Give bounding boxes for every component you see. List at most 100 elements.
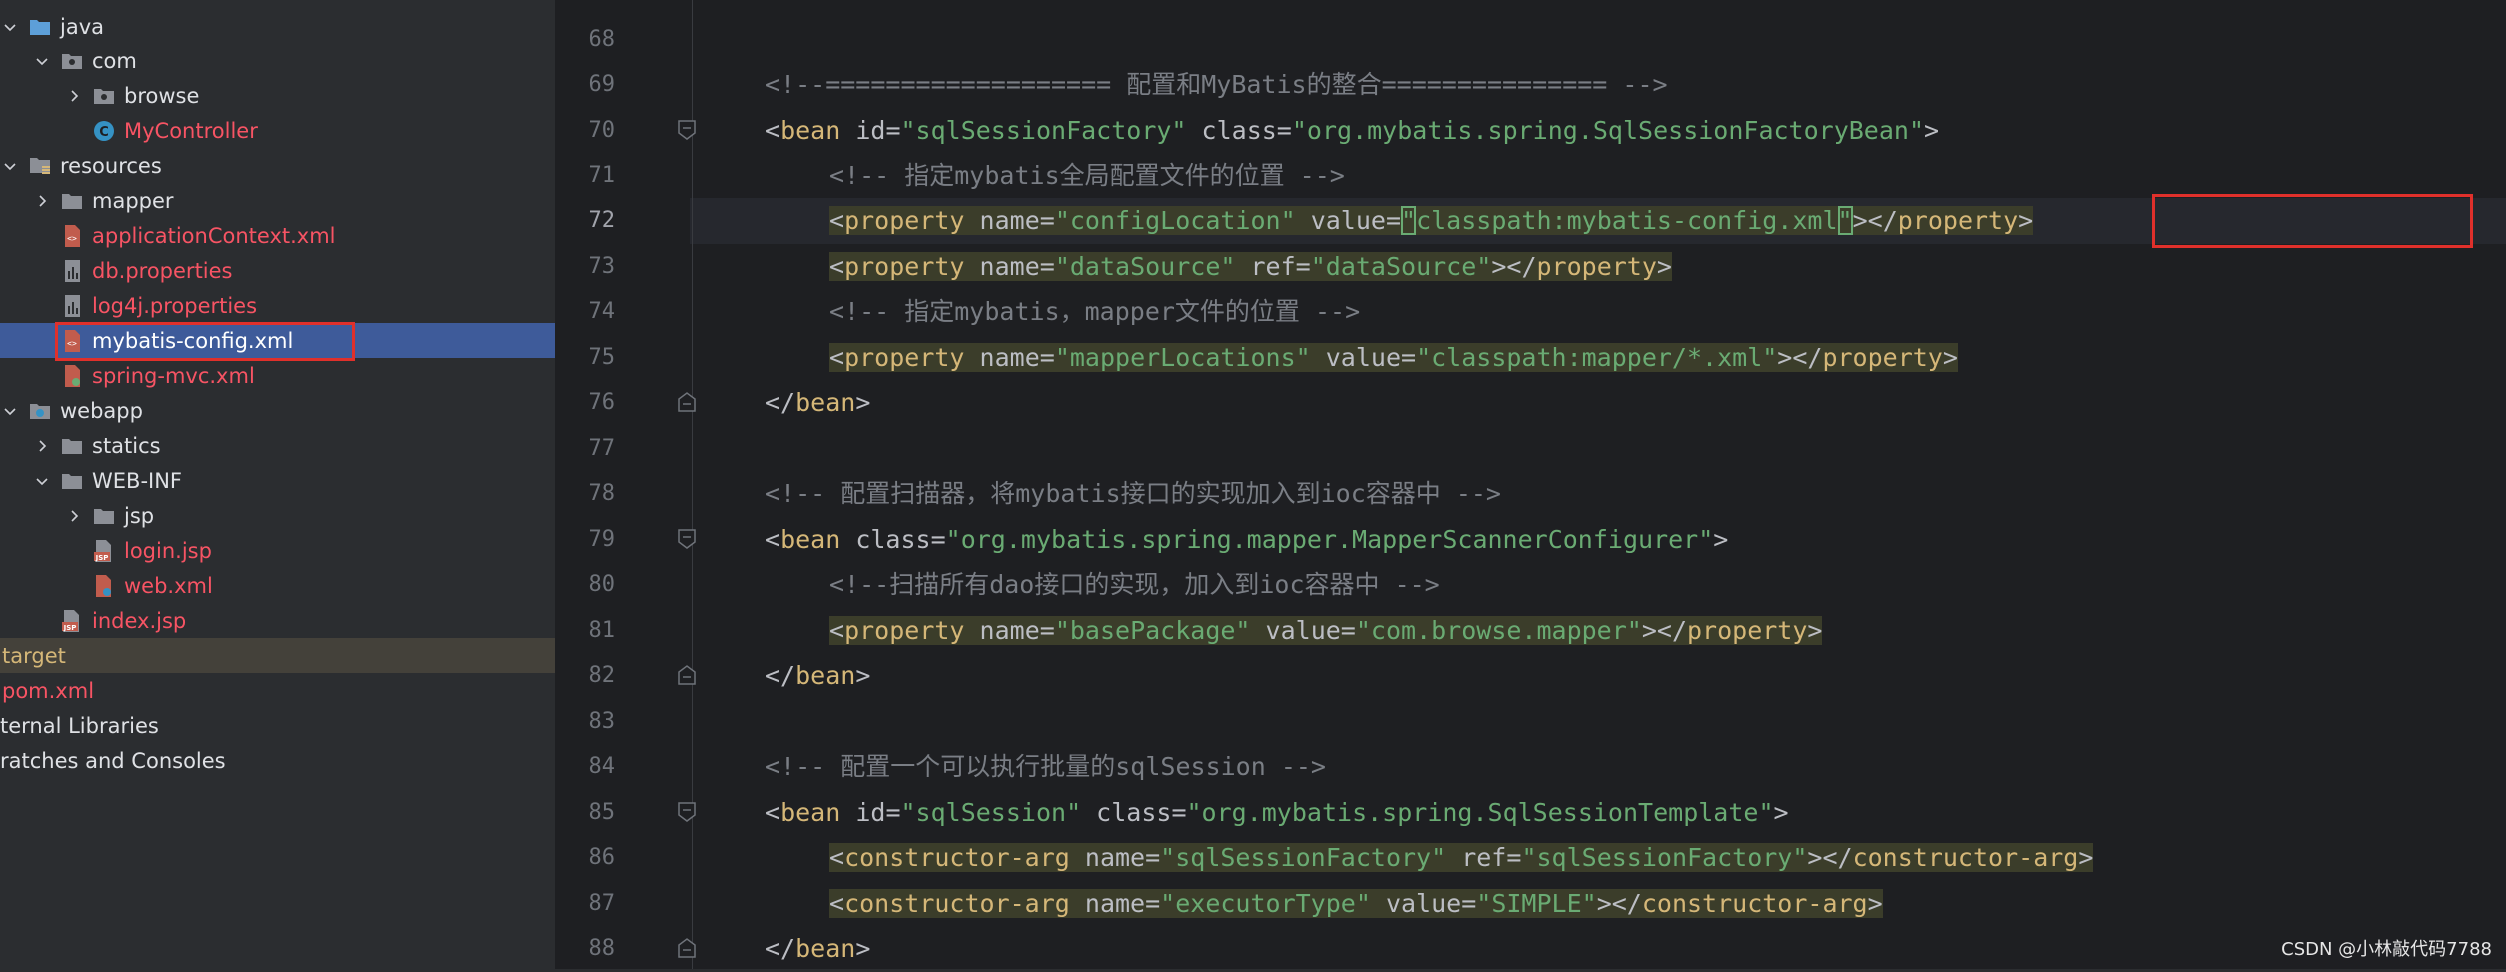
tree-item-web-inf[interactable]: WEB-INF bbox=[0, 463, 555, 498]
code-line-75: <property name="mapperLocations" value="… bbox=[829, 343, 1958, 372]
line-number: 73 bbox=[588, 254, 616, 279]
tree-item-com[interactable]: com bbox=[0, 43, 555, 78]
code-line-76: </bean> bbox=[765, 388, 871, 417]
fold-close-icon[interactable] bbox=[677, 391, 697, 413]
folder-icon bbox=[28, 15, 52, 39]
line-number: 69 bbox=[588, 72, 616, 97]
chevron-down-icon[interactable] bbox=[32, 471, 52, 491]
watermark-text: CSDN @小林敲代码7788 bbox=[2281, 939, 2492, 960]
code-line-87: <constructor-arg name="executorType" val… bbox=[829, 889, 1883, 918]
chevron-right-icon[interactable] bbox=[32, 436, 52, 456]
line-number: 87 bbox=[588, 891, 616, 916]
tree-item-login-jsp[interactable]: JSP login.jsp bbox=[0, 533, 555, 568]
selection-highlight-box bbox=[55, 322, 355, 361]
line-gutter: 68 69 70 71 72 73 74 75 76 77 78 79 80 8… bbox=[555, 0, 696, 969]
fold-close-icon[interactable] bbox=[677, 664, 697, 686]
code-line-79: <bean class="org.mybatis.spring.mapper.M… bbox=[765, 525, 1729, 554]
line-number: 75 bbox=[588, 345, 616, 370]
folder-icon bbox=[92, 504, 116, 528]
code-line-85: <bean id="sqlSession" class="org.mybatis… bbox=[765, 798, 1789, 827]
tree-item-label: db.properties bbox=[92, 258, 233, 283]
tree-item-spring-mvc-xml[interactable]: spring-mvc.xml bbox=[0, 358, 555, 393]
code-line-84: <!-- 配置一个可以执行批量的sqlSession --> bbox=[765, 752, 1326, 781]
class-icon: C bbox=[92, 119, 116, 143]
tree-item-label: log4j.properties bbox=[92, 293, 258, 318]
tree-item-target[interactable]: target bbox=[0, 638, 555, 673]
tree-item-label: pom.xml bbox=[2, 678, 95, 703]
folder-icon bbox=[60, 469, 84, 493]
line-number: 85 bbox=[588, 800, 616, 825]
code-line-73: <property name="dataSource" ref="dataSou… bbox=[829, 252, 1672, 281]
line-number: 81 bbox=[588, 618, 616, 643]
tree-item-label: ratches and Consoles bbox=[0, 748, 226, 773]
tree-item-external-libraries[interactable]: ternal Libraries bbox=[0, 708, 555, 743]
tree-item-label: java bbox=[60, 14, 104, 39]
tree-item-pom-xml[interactable]: pom.xml bbox=[0, 673, 555, 708]
folder-icon bbox=[60, 189, 84, 213]
tree-item-label: MyController bbox=[124, 118, 258, 143]
tree-item-log4j-properties[interactable]: log4j.properties bbox=[0, 288, 555, 323]
tree-item-statics[interactable]: statics bbox=[0, 428, 555, 463]
package-icon bbox=[60, 49, 84, 73]
tree-item-label: index.jsp bbox=[92, 608, 187, 633]
code-line-81: <property name="basePackage" value="com.… bbox=[829, 616, 1823, 645]
code-line-86: <constructor-arg name="sqlSessionFactory… bbox=[829, 843, 2094, 872]
line-number: 76 bbox=[588, 390, 616, 415]
code-line-69: <!--=================== 配置和MyBatis的整合===… bbox=[765, 70, 1668, 99]
code-editor[interactable]: 68 69 70 71 72 73 74 75 76 77 78 79 80 8… bbox=[555, 0, 2506, 969]
code-line-78: <!-- 配置扫描器，将mybatis接口的实现加入到ioc容器中 --> bbox=[765, 479, 1501, 508]
tree-item-java[interactable]: java bbox=[0, 9, 555, 44]
folder-icon bbox=[60, 434, 84, 458]
tree-item-label: web.xml bbox=[124, 573, 213, 598]
xml-file-icon bbox=[60, 364, 84, 388]
code-line-80: <!--扫描所有dao接口的实现，加入到ioc容器中 --> bbox=[829, 570, 1440, 599]
fold-open-icon[interactable] bbox=[677, 528, 697, 550]
tree-item-browse[interactable]: browse bbox=[0, 78, 555, 113]
fold-close-icon[interactable] bbox=[677, 937, 697, 959]
svg-text:<>: <> bbox=[67, 234, 77, 243]
tree-item-label: jsp bbox=[124, 503, 155, 528]
code-line-74: <!-- 指定mybatis，mapper文件的位置 --> bbox=[829, 297, 1361, 326]
properties-file-icon bbox=[60, 259, 84, 283]
tree-item-label: statics bbox=[92, 433, 161, 458]
svg-text:JSP: JSP bbox=[63, 624, 77, 632]
tree-item-jsp[interactable]: jsp bbox=[0, 498, 555, 533]
properties-file-icon bbox=[60, 294, 84, 318]
tree-item-scratches-and-consoles[interactable]: ratches and Consoles bbox=[0, 743, 555, 778]
chevron-down-icon[interactable] bbox=[32, 51, 52, 71]
line-number: 74 bbox=[588, 299, 616, 324]
tree-item-mycontroller[interactable]: C MyController bbox=[0, 113, 555, 148]
fold-open-icon[interactable] bbox=[677, 119, 697, 141]
code-line-70: <bean id="sqlSessionFactory" class="org.… bbox=[765, 116, 1940, 145]
line-number: 88 bbox=[588, 936, 616, 961]
tree-item-label: resources bbox=[60, 153, 162, 178]
tree-item-label: webapp bbox=[60, 398, 143, 423]
resources-folder-icon bbox=[28, 154, 52, 178]
jsp-file-icon: JSP bbox=[92, 539, 116, 563]
tree-item-label: WEB-INF bbox=[92, 468, 182, 493]
tree-item-label: applicationContext.xml bbox=[92, 223, 336, 248]
web-folder-icon bbox=[28, 399, 52, 423]
line-number: 80 bbox=[588, 572, 616, 597]
code-line-72: <property name="configLocation" value="c… bbox=[829, 206, 2034, 235]
chevron-down-icon[interactable] bbox=[0, 401, 20, 421]
chevron-right-icon[interactable] bbox=[64, 86, 84, 106]
chevron-down-icon[interactable] bbox=[0, 17, 20, 37]
tree-item-label: browse bbox=[124, 83, 200, 108]
tree-item-resources[interactable]: resources bbox=[0, 148, 555, 183]
line-number: 79 bbox=[588, 527, 616, 552]
tree-item-index-jsp[interactable]: JSP index.jsp bbox=[0, 603, 555, 638]
chevron-down-icon[interactable] bbox=[0, 156, 20, 176]
tree-item-label: login.jsp bbox=[124, 538, 212, 563]
tree-item-web-xml[interactable]: web.xml bbox=[0, 568, 555, 603]
tree-item-applicationcontext-xml[interactable]: <> applicationContext.xml bbox=[0, 218, 555, 253]
tree-item-mapper[interactable]: mapper bbox=[0, 183, 555, 218]
svg-text:C: C bbox=[99, 125, 109, 140]
tree-item-db-properties[interactable]: db.properties bbox=[0, 253, 555, 288]
fold-open-icon[interactable] bbox=[677, 801, 697, 823]
tree-item-webapp[interactable]: webapp bbox=[0, 393, 555, 428]
line-number: 77 bbox=[588, 436, 616, 461]
tree-item-label: target bbox=[2, 643, 66, 668]
chevron-right-icon[interactable] bbox=[64, 506, 84, 526]
chevron-right-icon[interactable] bbox=[32, 191, 52, 211]
